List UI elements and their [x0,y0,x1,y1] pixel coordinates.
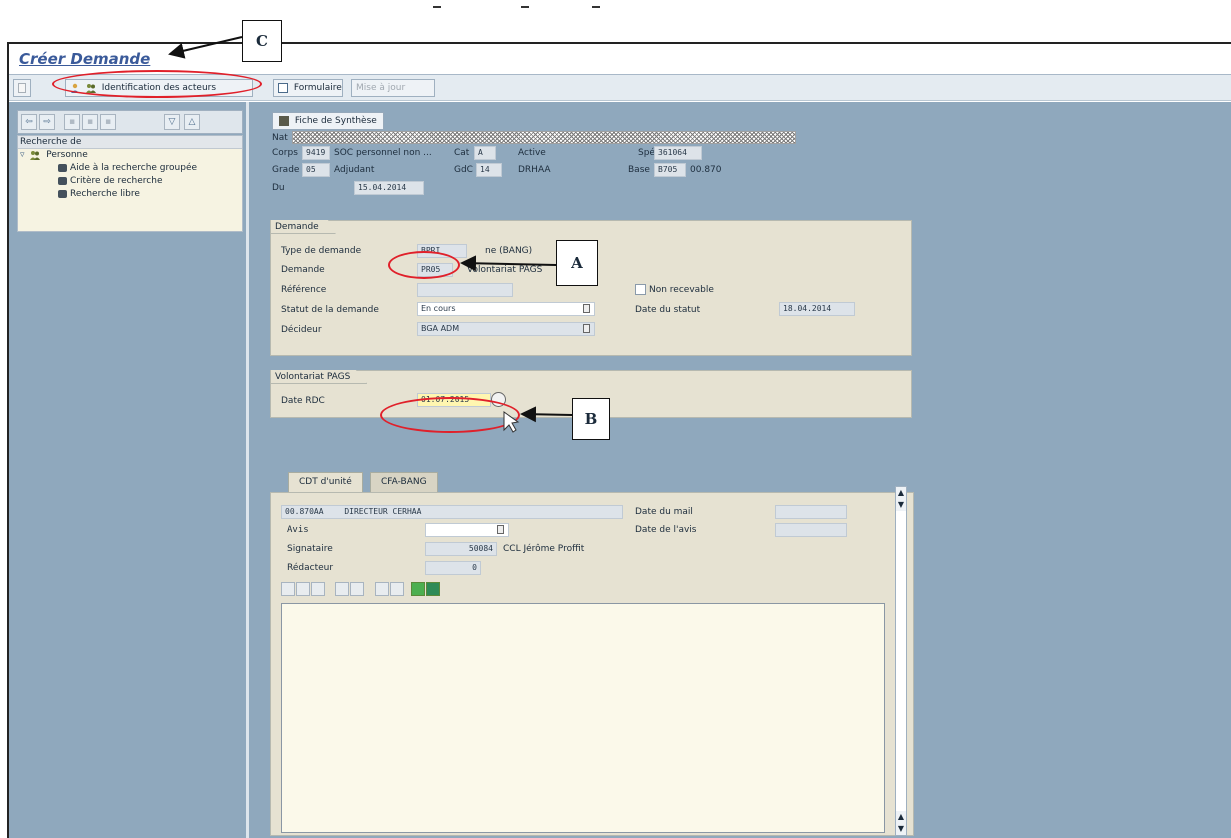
arrow-a [460,255,557,272]
annotation-arrows [168,36,573,433]
mouse-cursor-icon [503,411,520,433]
arrow-c [168,36,243,59]
arrow-b [520,406,573,423]
